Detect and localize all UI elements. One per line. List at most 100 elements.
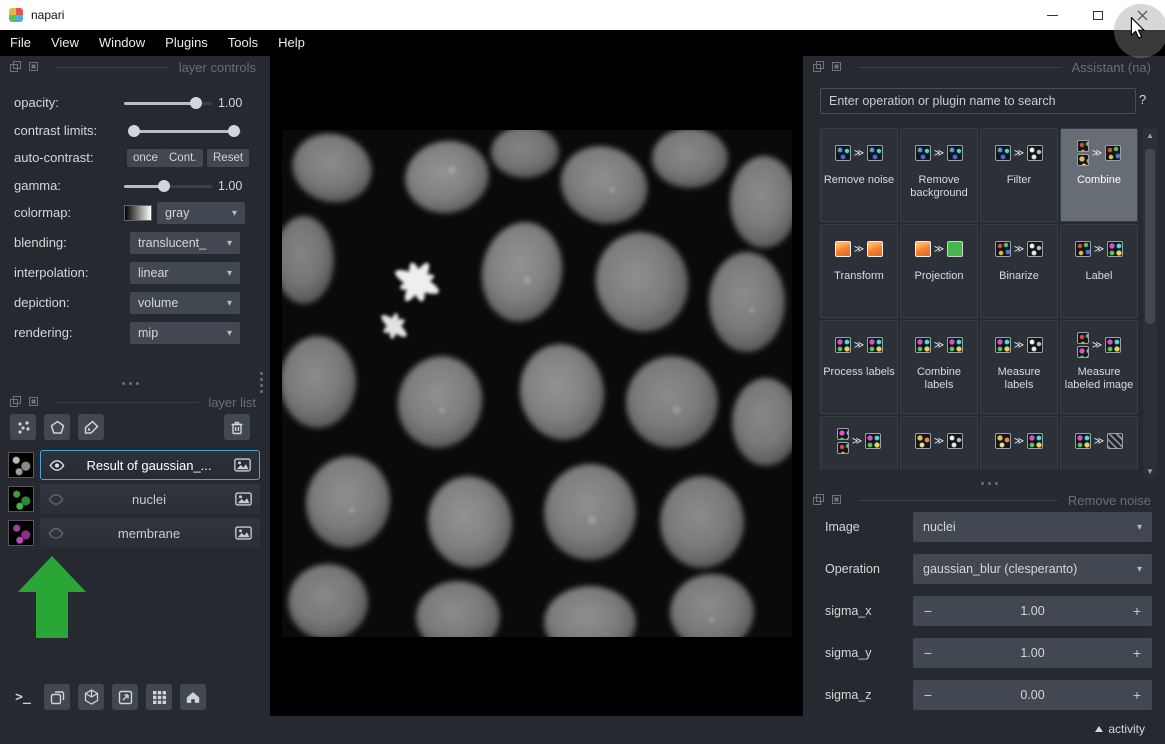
mini-labels-icon bbox=[915, 337, 931, 353]
auto-contrast-once-button[interactable]: once bbox=[127, 149, 164, 167]
hide-dock-icon[interactable] bbox=[28, 61, 40, 73]
assistant-button-row4-3[interactable] bbox=[980, 416, 1058, 470]
assistant-button-row4-2[interactable] bbox=[900, 416, 978, 470]
search-input[interactable] bbox=[820, 88, 1136, 114]
decrement-button[interactable]: − bbox=[913, 645, 943, 661]
visibility-eye-icon[interactable] bbox=[45, 460, 69, 471]
opacity-slider-knob[interactable] bbox=[190, 97, 202, 109]
new-shapes-layer-button[interactable] bbox=[44, 414, 70, 440]
operation-select[interactable]: gaussian_blur (clesperanto) ▾ bbox=[913, 554, 1152, 584]
assistant-button-projection[interactable]: Projection bbox=[900, 224, 978, 318]
transpose-dims-button[interactable] bbox=[112, 684, 138, 710]
menu-view[interactable]: View bbox=[41, 30, 89, 56]
sigma-y-value[interactable]: 1.00 bbox=[943, 646, 1122, 660]
scrollbar-thumb[interactable] bbox=[1145, 149, 1155, 324]
assistant-button-measure-labeled-image[interactable]: Measure labeled image bbox=[1060, 320, 1138, 414]
help-button[interactable]: ? bbox=[1139, 92, 1146, 107]
sigma-x-value[interactable]: 1.00 bbox=[943, 604, 1122, 618]
mini-image-icon bbox=[1027, 145, 1043, 161]
toggle-grid-stack-button[interactable] bbox=[44, 684, 70, 710]
assistant-button-label[interactable]: Label bbox=[1060, 224, 1138, 318]
delete-layer-button[interactable] bbox=[224, 414, 250, 440]
sigma-z-value[interactable]: 0.00 bbox=[943, 688, 1122, 702]
image-field-label: Image bbox=[825, 512, 860, 542]
gamma-slider[interactable] bbox=[124, 180, 212, 192]
increment-button[interactable]: + bbox=[1122, 603, 1152, 619]
assistant-button-process-labels[interactable]: Process labels bbox=[820, 320, 898, 414]
assistant-button-filter[interactable]: Filter bbox=[980, 128, 1058, 222]
splitter-handle[interactable] bbox=[122, 382, 139, 385]
hide-dock-icon[interactable] bbox=[28, 396, 40, 408]
contrast-high-knob[interactable] bbox=[228, 125, 240, 137]
image-select[interactable]: nuclei ▾ bbox=[913, 512, 1152, 542]
mini-labels-icon bbox=[1027, 433, 1043, 449]
splitter-handle[interactable] bbox=[981, 482, 998, 485]
hide-dock-icon[interactable] bbox=[831, 494, 843, 506]
increment-button[interactable]: + bbox=[1122, 645, 1152, 661]
new-labels-layer-button[interactable] bbox=[78, 414, 104, 440]
colormap-select[interactable]: gray ▾ bbox=[157, 202, 245, 224]
auto-contrast-reset-button[interactable]: Reset bbox=[207, 149, 249, 167]
assistant-button-combine[interactable]: Combine bbox=[1060, 128, 1138, 222]
assistant-button-remove-background[interactable]: Remove background bbox=[900, 128, 978, 222]
image-layer-icon bbox=[229, 458, 255, 472]
activity-button[interactable]: activity bbox=[1095, 722, 1145, 736]
sigma-z-spinbox[interactable]: − 0.00 + bbox=[913, 680, 1152, 710]
float-dock-icon[interactable] bbox=[10, 396, 22, 408]
minimize-button[interactable] bbox=[1030, 0, 1075, 30]
rendering-select[interactable]: mip ▾ bbox=[130, 322, 240, 344]
home-icon bbox=[185, 690, 201, 705]
interpolation-select[interactable]: linear ▾ bbox=[130, 262, 240, 284]
float-dock-icon[interactable] bbox=[813, 494, 825, 506]
scroll-down-icon[interactable]: ▼ bbox=[1143, 464, 1157, 478]
splitter-handle[interactable] bbox=[260, 372, 263, 393]
decrement-button[interactable]: − bbox=[913, 687, 943, 703]
assistant-button-measure-labels[interactable]: Measure labels bbox=[980, 320, 1058, 414]
assistant-scrollbar[interactable]: ▲ ▼ bbox=[1143, 128, 1157, 478]
green-square-icon bbox=[947, 241, 963, 257]
window-title: napari bbox=[31, 8, 64, 22]
depiction-select[interactable]: volume ▾ bbox=[130, 292, 240, 314]
visibility-eye-icon[interactable] bbox=[44, 528, 68, 539]
assistant-button-row4-1[interactable] bbox=[820, 416, 898, 470]
hide-dock-icon[interactable] bbox=[831, 61, 843, 73]
assistant-button-transform[interactable]: Transform bbox=[820, 224, 898, 318]
layer-row-result[interactable]: Result of gaussian_... bbox=[8, 450, 260, 480]
home-reset-view-button[interactable] bbox=[180, 684, 206, 710]
console-button[interactable]: >_ bbox=[10, 684, 36, 710]
assistant-button-remove-noise[interactable]: Remove noise bbox=[820, 128, 898, 222]
close-button[interactable] bbox=[1120, 0, 1165, 30]
sigma-x-spinbox[interactable]: − 1.00 + bbox=[913, 596, 1152, 626]
float-dock-icon[interactable] bbox=[813, 61, 825, 73]
contrast-limits-slider[interactable] bbox=[130, 125, 242, 137]
float-dock-icon[interactable] bbox=[10, 61, 22, 73]
chevron-separator-icon bbox=[1014, 148, 1024, 159]
points-icon bbox=[16, 420, 31, 435]
close-icon bbox=[1137, 10, 1148, 21]
menu-plugins[interactable]: Plugins bbox=[155, 30, 218, 56]
viewer-canvas[interactable] bbox=[270, 56, 803, 716]
increment-button[interactable]: + bbox=[1122, 687, 1152, 703]
auto-contrast-continuous-button[interactable]: Cont. bbox=[163, 149, 203, 167]
gamma-slider-knob[interactable] bbox=[158, 180, 170, 192]
new-points-layer-button[interactable] bbox=[10, 414, 36, 440]
menu-window[interactable]: Window bbox=[89, 30, 155, 56]
assistant-button-row4-4[interactable] bbox=[1060, 416, 1138, 470]
layer-row-nuclei[interactable]: nuclei bbox=[8, 484, 260, 514]
menu-help[interactable]: Help bbox=[268, 30, 315, 56]
assistant-button-binarize[interactable]: Binarize bbox=[980, 224, 1058, 318]
assistant-button-combine-labels[interactable]: Combine labels bbox=[900, 320, 978, 414]
sigma-y-spinbox[interactable]: − 1.00 + bbox=[913, 638, 1152, 668]
layer-row-membrane[interactable]: membrane bbox=[8, 518, 260, 548]
visibility-eye-icon[interactable] bbox=[44, 494, 68, 505]
menu-file[interactable]: File bbox=[0, 30, 41, 56]
decrement-button[interactable]: − bbox=[913, 603, 943, 619]
contrast-low-knob[interactable] bbox=[128, 125, 140, 137]
scroll-up-icon[interactable]: ▲ bbox=[1143, 128, 1157, 142]
blending-select[interactable]: translucent_ ▾ bbox=[130, 232, 240, 254]
grid-view-button[interactable] bbox=[146, 684, 172, 710]
maximize-button[interactable] bbox=[1075, 0, 1120, 30]
menu-tools[interactable]: Tools bbox=[218, 30, 268, 56]
toggle-ndisplay-button[interactable] bbox=[78, 684, 104, 710]
opacity-slider[interactable] bbox=[124, 97, 212, 109]
